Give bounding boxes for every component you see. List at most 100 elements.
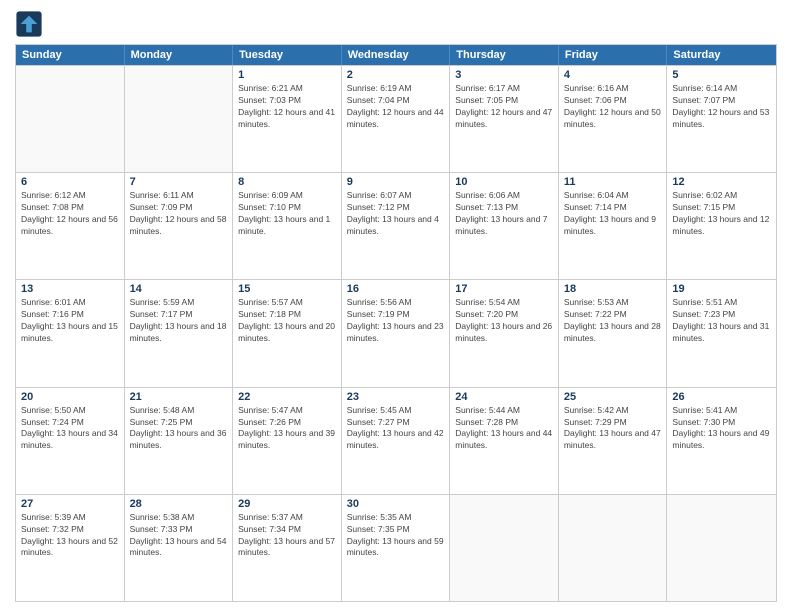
day-header-friday: Friday	[559, 45, 668, 65]
calendar-week-2: 6Sunrise: 6:12 AM Sunset: 7:08 PM Daylig…	[16, 172, 776, 279]
day-info: Sunrise: 6:17 AM Sunset: 7:05 PM Dayligh…	[455, 83, 553, 131]
calendar-cell: 16 Sunrise: 5:56 AM Sunset: 7:19 PM Dayli…	[342, 280, 451, 386]
day-info: Sunrise: 5:41 AM Sunset: 7:30 PM Dayligh…	[672, 405, 771, 453]
calendar-week-3: 13 Sunrise: 6:01 AM Sunset: 7:16 PM Dayli…	[16, 279, 776, 386]
calendar-cell: 19 Sunrise: 5:51 AM Sunset: 7:23 PM Dayli…	[667, 280, 776, 386]
day-header-tuesday: Tuesday	[233, 45, 342, 65]
day-number: 18	[564, 283, 662, 295]
day-number: 23	[347, 391, 445, 403]
calendar-cell: 5 Sunrise: 6:14 AM Sunset: 7:07 PM Daylig…	[667, 66, 776, 172]
day-header-wednesday: Wednesday	[342, 45, 451, 65]
day-number: 4	[564, 69, 662, 81]
day-info: Sunrise: 5:47 AM Sunset: 7:26 PM Dayligh…	[238, 405, 336, 453]
calendar-cell: 12Sunrise: 6:02 AM Sunset: 7:15 PM Dayli…	[667, 173, 776, 279]
calendar-cell: 11 Sunrise: 6:04 AM Sunset: 7:14 PM Dayli…	[559, 173, 668, 279]
day-number: 13	[21, 283, 119, 295]
day-info: Sunrise: 6:01 AM Sunset: 7:16 PM Dayligh…	[21, 297, 119, 345]
day-number: 2	[347, 69, 445, 81]
calendar-week-5: 27 Sunrise: 5:39 AM Sunset: 7:32 PM Dayli…	[16, 494, 776, 601]
day-number: 30	[347, 498, 445, 510]
day-info: Sunrise: 6:04 AM Sunset: 7:14 PM Dayligh…	[564, 190, 662, 238]
day-number: 8	[238, 176, 336, 188]
calendar: SundayMondayTuesdayWednesdayThursdayFrid…	[15, 44, 777, 602]
day-info: Sunrise: 5:38 AM Sunset: 7:33 PM Dayligh…	[130, 512, 228, 560]
calendar-cell: 20 Sunrise: 5:50 AM Sunset: 7:24 PM Dayli…	[16, 388, 125, 494]
calendar-cell: 14 Sunrise: 5:59 AM Sunset: 7:17 PM Dayli…	[125, 280, 234, 386]
day-number: 19	[672, 283, 771, 295]
calendar-cell: 15 Sunrise: 5:57 AM Sunset: 7:18 PM Dayli…	[233, 280, 342, 386]
calendar-cell: 21Sunrise: 5:48 AM Sunset: 7:25 PM Dayli…	[125, 388, 234, 494]
calendar-cell: 13 Sunrise: 6:01 AM Sunset: 7:16 PM Dayli…	[16, 280, 125, 386]
day-info: Sunrise: 5:57 AM Sunset: 7:18 PM Dayligh…	[238, 297, 336, 345]
day-info: Sunrise: 6:07 AM Sunset: 7:12 PM Dayligh…	[347, 190, 445, 238]
day-number: 3	[455, 69, 553, 81]
calendar-cell	[16, 66, 125, 172]
page: SundayMondayTuesdayWednesdayThursdayFrid…	[0, 0, 792, 612]
day-number: 28	[130, 498, 228, 510]
day-number: 12	[672, 176, 771, 188]
calendar-cell: 4 Sunrise: 6:16 AM Sunset: 7:06 PM Daylig…	[559, 66, 668, 172]
calendar-cell	[450, 495, 559, 601]
logo	[15, 10, 47, 38]
day-info: Sunrise: 6:19 AM Sunset: 7:04 PM Dayligh…	[347, 83, 445, 131]
day-info: Sunrise: 5:59 AM Sunset: 7:17 PM Dayligh…	[130, 297, 228, 345]
day-number: 24	[455, 391, 553, 403]
calendar-cell: 6Sunrise: 6:12 AM Sunset: 7:08 PM Daylig…	[16, 173, 125, 279]
calendar-cell: 7 Sunrise: 6:11 AM Sunset: 7:09 PM Daylig…	[125, 173, 234, 279]
day-info: Sunrise: 5:48 AM Sunset: 7:25 PM Dayligh…	[130, 405, 228, 453]
day-info: Sunrise: 5:39 AM Sunset: 7:32 PM Dayligh…	[21, 512, 119, 560]
day-info: Sunrise: 6:14 AM Sunset: 7:07 PM Dayligh…	[672, 83, 771, 131]
day-info: Sunrise: 6:11 AM Sunset: 7:09 PM Dayligh…	[130, 190, 228, 238]
day-header-saturday: Saturday	[667, 45, 776, 65]
day-number: 7	[130, 176, 228, 188]
day-info: Sunrise: 5:42 AM Sunset: 7:29 PM Dayligh…	[564, 405, 662, 453]
day-number: 27	[21, 498, 119, 510]
day-info: Sunrise: 5:35 AM Sunset: 7:35 PM Dayligh…	[347, 512, 445, 560]
calendar-cell	[559, 495, 668, 601]
day-number: 22	[238, 391, 336, 403]
calendar-cell: 24Sunrise: 5:44 AM Sunset: 7:28 PM Dayli…	[450, 388, 559, 494]
calendar-cell: 28 Sunrise: 5:38 AM Sunset: 7:33 PM Dayli…	[125, 495, 234, 601]
day-number: 25	[564, 391, 662, 403]
day-number: 11	[564, 176, 662, 188]
day-number: 26	[672, 391, 771, 403]
day-number: 17	[455, 283, 553, 295]
calendar-cell: 9Sunrise: 6:07 AM Sunset: 7:12 PM Daylig…	[342, 173, 451, 279]
header	[15, 10, 777, 38]
day-info: Sunrise: 5:56 AM Sunset: 7:19 PM Dayligh…	[347, 297, 445, 345]
calendar-cell: 10 Sunrise: 6:06 AM Sunset: 7:13 PM Dayli…	[450, 173, 559, 279]
day-number: 29	[238, 498, 336, 510]
day-number: 16	[347, 283, 445, 295]
calendar-cell: 2 Sunrise: 6:19 AM Sunset: 7:04 PM Daylig…	[342, 66, 451, 172]
day-number: 1	[238, 69, 336, 81]
calendar-cell: 27 Sunrise: 5:39 AM Sunset: 7:32 PM Dayli…	[16, 495, 125, 601]
calendar-cell: 8Sunrise: 6:09 AM Sunset: 7:10 PM Daylig…	[233, 173, 342, 279]
day-info: Sunrise: 6:12 AM Sunset: 7:08 PM Dayligh…	[21, 190, 119, 238]
day-info: Sunrise: 6:06 AM Sunset: 7:13 PM Dayligh…	[455, 190, 553, 238]
day-number: 15	[238, 283, 336, 295]
calendar-cell: 26 Sunrise: 5:41 AM Sunset: 7:30 PM Dayli…	[667, 388, 776, 494]
calendar-cell	[667, 495, 776, 601]
calendar-body: 1 Sunrise: 6:21 AM Sunset: 7:03 PM Daylig…	[16, 65, 776, 601]
day-info: Sunrise: 5:37 AM Sunset: 7:34 PM Dayligh…	[238, 512, 336, 560]
day-number: 10	[455, 176, 553, 188]
calendar-cell: 18 Sunrise: 5:53 AM Sunset: 7:22 PM Dayli…	[559, 280, 668, 386]
day-number: 14	[130, 283, 228, 295]
calendar-cell	[125, 66, 234, 172]
logo-icon	[15, 10, 43, 38]
day-info: Sunrise: 6:21 AM Sunset: 7:03 PM Dayligh…	[238, 83, 336, 131]
calendar-cell: 17Sunrise: 5:54 AM Sunset: 7:20 PM Dayli…	[450, 280, 559, 386]
day-info: Sunrise: 5:53 AM Sunset: 7:22 PM Dayligh…	[564, 297, 662, 345]
day-number: 5	[672, 69, 771, 81]
day-info: Sunrise: 5:51 AM Sunset: 7:23 PM Dayligh…	[672, 297, 771, 345]
day-info: Sunrise: 5:50 AM Sunset: 7:24 PM Dayligh…	[21, 405, 119, 453]
day-info: Sunrise: 6:16 AM Sunset: 7:06 PM Dayligh…	[564, 83, 662, 131]
calendar-cell: 29 Sunrise: 5:37 AM Sunset: 7:34 PM Dayli…	[233, 495, 342, 601]
calendar-cell: 25 Sunrise: 5:42 AM Sunset: 7:29 PM Dayli…	[559, 388, 668, 494]
calendar-cell: 1 Sunrise: 6:21 AM Sunset: 7:03 PM Daylig…	[233, 66, 342, 172]
calendar-week-4: 20 Sunrise: 5:50 AM Sunset: 7:24 PM Dayli…	[16, 387, 776, 494]
day-info: Sunrise: 5:45 AM Sunset: 7:27 PM Dayligh…	[347, 405, 445, 453]
calendar-week-1: 1 Sunrise: 6:21 AM Sunset: 7:03 PM Daylig…	[16, 65, 776, 172]
calendar-cell: 3 Sunrise: 6:17 AM Sunset: 7:05 PM Daylig…	[450, 66, 559, 172]
day-number: 20	[21, 391, 119, 403]
